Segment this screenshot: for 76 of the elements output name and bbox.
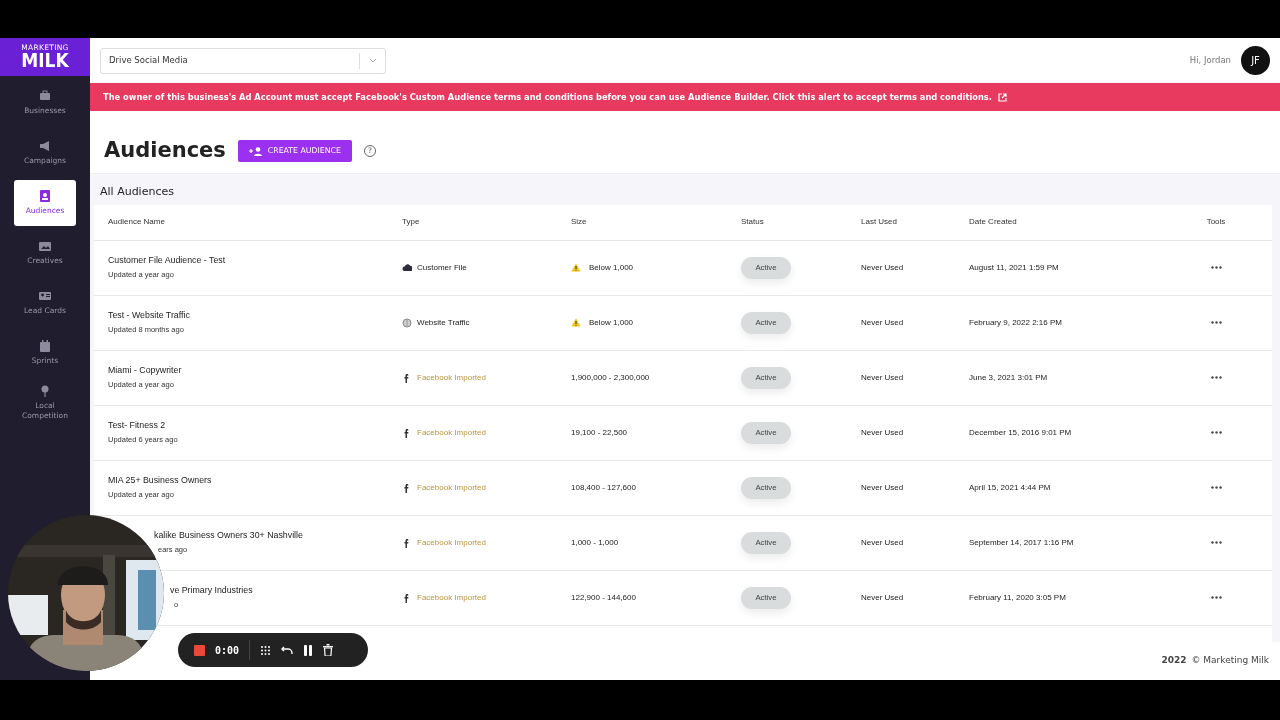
undo-icon[interactable] [281,645,294,655]
audience-name[interactable]: ve Primary Industries [170,584,402,598]
footer-year: 2022 [1161,654,1187,668]
size-text: 19,100 - 22,500 [571,426,628,439]
recording-time: 0:00 [215,643,240,658]
size-text: Below 1,000 [589,261,634,274]
image-icon [39,240,51,253]
audience-name[interactable]: Test- Fitness 2 [108,419,402,433]
external-link-icon [997,92,1007,102]
size-text: 108,400 - 127,600 [571,481,636,494]
last-used-text: Never Used [861,350,969,406]
date-created-text: February 11, 2020 3:05 PM [969,570,1160,626]
cloud-icon [402,262,412,273]
last-used-text: Never Used [861,570,969,626]
type-label: Facebook Imported [417,426,486,439]
audience-name[interactable]: Customer File Audience - Test [108,254,402,268]
chevron-down-icon [368,58,377,63]
type-label: Facebook Imported [417,591,486,604]
last-used-text: Never Used [861,295,969,351]
page-title: Audiences [104,138,226,164]
last-used-text: Never Used [861,405,969,461]
megaphone-icon [39,140,51,153]
date-created-text: February 9, 2022 2:16 PM [969,295,1160,351]
more-options-icon[interactable] [1210,596,1222,599]
more-options-icon[interactable] [1210,376,1222,379]
user-avatar[interactable]: JF [1241,46,1270,75]
briefcase-icon [39,90,51,103]
more-options-icon[interactable] [1210,486,1222,489]
audience-name[interactable]: kalike Business Owners 30+ Nashville [154,529,402,543]
more-options-icon[interactable] [1210,266,1222,269]
calendar-icon [39,340,51,353]
column-header: Audience Name [94,204,402,241]
add-users-icon [248,146,263,156]
logo-text: MILK [21,51,69,71]
greeting-text: Hi, Jordan [1189,54,1231,67]
section-title: All Audiences [99,184,175,200]
terms-alert-banner[interactable]: The owner of this business's Ad Account must accept Facebook's Custom Audience terms and conditions before you can use Audience Builder. Click this alert to accept terms and conditions. [90,83,1280,111]
grid-icon[interactable] [260,644,272,656]
date-created-text: June 3, 2021 3:01 PM [969,350,1160,406]
date-created-text: April 15, 2021 4:44 PM [969,460,1160,516]
size-text: 122,900 - 144,600 [571,591,636,604]
globe-icon [402,317,412,328]
size-text: 1,000 - 1,000 [571,536,619,549]
more-options-icon[interactable] [1210,431,1222,434]
type-label: Facebook Imported [417,481,486,494]
stop-icon[interactable] [194,644,205,656]
type-label: Website Traffic [417,316,470,329]
date-created-text: December 15, 2016 9:01 PM [969,405,1160,461]
contact-card-icon [39,190,51,203]
size-text: 1,900,000 - 2,300,000 [571,371,650,384]
id-card-icon [39,290,51,303]
last-used-text: Never Used [861,460,969,516]
last-used-text: Never Used [861,515,969,571]
size-text: Below 1,000 [589,316,634,329]
more-options-icon[interactable] [1210,321,1222,324]
type-label: Facebook Imported [417,536,486,549]
footer-copyright: © Marketing Milk [1191,654,1269,668]
type-label: Customer File [417,261,467,274]
column-header: Size [571,204,741,241]
column-header: Tools [1160,204,1272,241]
audience-name[interactable]: Miami - Copywriter [108,364,402,378]
column-header: Last Used [861,204,969,241]
audience-name[interactable]: MIA 25+ Business Owners [108,474,402,488]
column-header: Type [402,204,571,241]
more-options-icon[interactable] [1210,541,1222,544]
column-header: Date Created [969,204,1160,241]
pause-icon[interactable] [303,644,314,656]
type-label: Facebook Imported [417,371,486,384]
pin-icon [39,385,51,398]
column-header: Status [741,204,861,241]
trash-icon[interactable] [323,644,334,656]
business-select[interactable]: Drive Social Media [100,47,386,74]
last-used-text: Never Used [861,240,969,296]
date-created-text: September 14, 2017 1:16 PM [969,515,1160,571]
audience-name[interactable]: Test - Website Traffic [108,309,402,323]
date-created-text: August 11, 2021 1:59 PM [969,240,1160,296]
